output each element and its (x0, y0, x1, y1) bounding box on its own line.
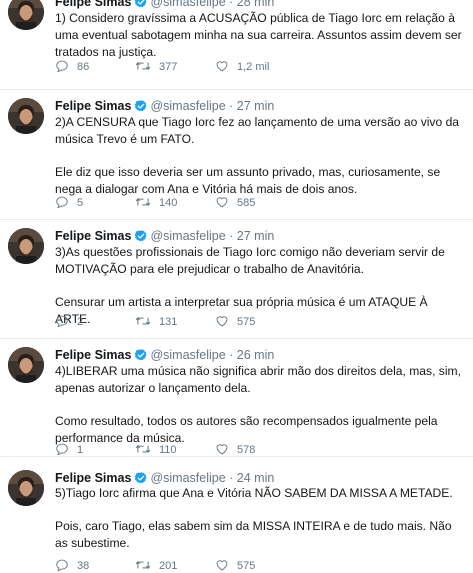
retweet-count: 110 (159, 444, 177, 456)
timestamp[interactable]: 24 min (237, 471, 275, 485)
username[interactable]: @simasfelipe (150, 229, 225, 243)
reply-button[interactable]: 1 (55, 442, 135, 458)
retweet-icon (135, 558, 159, 573)
display-name[interactable]: Felipe Simas (55, 348, 131, 362)
username[interactable]: @simasfelipe (150, 0, 225, 9)
retweet-count: 131 (159, 316, 178, 328)
retweet-icon (135, 195, 159, 212)
separator-dot: · (229, 229, 234, 243)
tweet-actions: 2 131 575 (55, 314, 295, 330)
heart-icon (215, 442, 237, 459)
reply-icon (55, 558, 77, 573)
tweet-actions: 86 377 1,2 mil (55, 59, 295, 75)
tweet-text: 4)LIBERAR uma música não significa abrir… (55, 363, 465, 447)
tweet-text: 5)Tiago Iorc afirma que Ana e Vitória NÃ… (55, 485, 465, 552)
heart-icon (215, 195, 237, 212)
like-button[interactable]: 575 (215, 314, 295, 330)
retweet-icon (135, 314, 159, 331)
display-name[interactable]: Felipe Simas (55, 471, 131, 485)
reply-icon (55, 442, 77, 459)
separator-dot: · (229, 99, 234, 113)
reply-icon (55, 59, 77, 76)
avatar[interactable] (8, 228, 44, 264)
tweet[interactable]: Felipe Simas @simasfelipe · 24 min 5)Tiago… (0, 457, 473, 573)
timestamp[interactable]: 27 min (237, 99, 275, 113)
retweet-button[interactable]: 377 (135, 59, 215, 75)
tweet-text-paragraph: 3)As questões profissionais de Tiago Ior… (55, 245, 445, 276)
tweet-text-paragraph: 4)LIBERAR uma música não significa abrir… (55, 364, 461, 395)
like-count: 585 (237, 197, 256, 209)
tweet-text: 1) Considero gravíssima a ACUSAÇÃO públi… (55, 10, 465, 61)
username[interactable]: @simasfelipe (150, 99, 225, 113)
reply-count: 2 (77, 316, 84, 328)
like-button[interactable]: 585 (215, 195, 295, 211)
tweet-header: Felipe Simas @simasfelipe · 26 min (55, 346, 274, 364)
heart-icon (215, 314, 237, 331)
tweet-actions: 38 201 575 (55, 558, 295, 573)
reply-button[interactable]: 38 (55, 558, 135, 573)
reply-button[interactable]: 86 (55, 59, 135, 75)
like-count: 575 (237, 560, 256, 572)
tweet[interactable]: Felipe Simas @simasfelipe · 26 min 4)LIBER… (0, 339, 473, 457)
reply-count: 38 (77, 560, 90, 572)
reply-count: 86 (77, 61, 90, 73)
like-count: 1,2 mil (237, 61, 270, 73)
avatar[interactable] (8, 98, 44, 134)
reply-count: 1 (77, 444, 84, 456)
tweet-header: Felipe Simas @simasfelipe · 27 min (55, 97, 274, 115)
tweet-text-paragraph: 2)A CENSURA que Tiago Iorc fez ao lançam… (55, 115, 460, 146)
tweet-text: 2)A CENSURA que Tiago Iorc fez ao lançam… (55, 114, 465, 198)
retweet-icon (135, 442, 159, 459)
like-button[interactable]: 1,2 mil (215, 59, 295, 75)
display-name[interactable]: Felipe Simas (55, 0, 131, 9)
retweet-count: 140 (159, 197, 178, 209)
like-button[interactable]: 578 (215, 442, 295, 458)
retweet-count: 377 (159, 61, 178, 73)
reply-button[interactable]: 2 (55, 314, 135, 330)
reply-icon (55, 314, 77, 331)
like-count: 575 (237, 316, 256, 328)
avatar[interactable] (8, 470, 44, 506)
separator-dot: · (229, 348, 234, 362)
retweet-button[interactable]: 201 (135, 558, 215, 573)
tweet-text-paragraph: 1) Considero gravíssima a ACUSAÇÃO públi… (55, 11, 462, 59)
like-count: 578 (237, 444, 256, 456)
retweet-button[interactable]: 131 (135, 314, 215, 330)
reply-icon (55, 195, 77, 212)
tweet-actions: 1 110 578 (55, 442, 295, 458)
reply-count: 5 (77, 197, 84, 209)
tweet[interactable]: Felipe Simas @simasfelipe · 27 min 2)A CEN… (0, 90, 473, 220)
heart-icon (215, 558, 237, 573)
tweet-text-paragraph: Ele diz que isso deveria ser um assunto … (55, 165, 441, 196)
tweet-text-paragraph: 5)Tiago Iorc afirma que Ana e Vitória NÃ… (55, 486, 453, 500)
avatar[interactable] (8, 0, 44, 30)
retweet-icon (135, 59, 159, 76)
retweet-count: 201 (159, 560, 178, 572)
separator-dot: · (229, 471, 234, 485)
separator-dot: · (229, 0, 234, 9)
timestamp[interactable]: 27 min (237, 229, 275, 243)
username[interactable]: @simasfelipe (150, 471, 225, 485)
timestamp[interactable]: 28 min (237, 0, 275, 9)
like-button[interactable]: 575 (215, 558, 295, 573)
heart-icon (215, 59, 237, 76)
tweet-text-paragraph: Pois, caro Tiago, elas sabem sim da MISS… (55, 519, 452, 550)
display-name[interactable]: Felipe Simas (55, 229, 131, 243)
username[interactable]: @simasfelipe (150, 348, 225, 362)
avatar[interactable] (8, 347, 44, 383)
tweet[interactable]: Felipe Simas @simasfelipe · 27 min 3)As qu… (0, 220, 473, 339)
reply-button[interactable]: 5 (55, 195, 135, 211)
timestamp[interactable]: 26 min (237, 348, 275, 362)
retweet-button[interactable]: 140 (135, 195, 215, 211)
tweet-actions: 5 140 585 (55, 195, 295, 211)
display-name[interactable]: Felipe Simas (55, 99, 131, 113)
tweet[interactable]: Felipe Simas @simasfelipe · 28 min 1) Cons… (0, 0, 473, 90)
tweet-header: Felipe Simas @simasfelipe · 27 min (55, 227, 274, 245)
retweet-button[interactable]: 110 (135, 442, 215, 458)
